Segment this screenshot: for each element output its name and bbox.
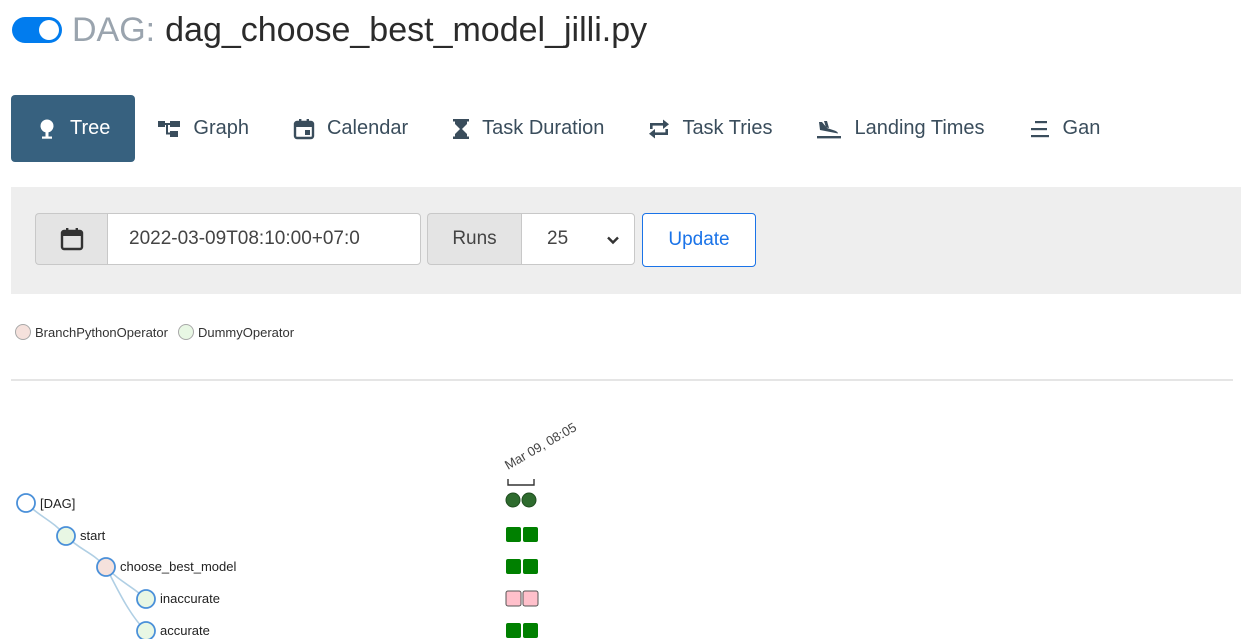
dag-name: dag_choose_best_model_jilli.py [165,10,648,49]
legend-item-branch-python-operator: BranchPythonOperator [15,324,168,340]
tab-label: Gan [1062,117,1101,139]
run-date-bracket [507,479,535,486]
tree-node-label: inaccurate [160,591,220,606]
page-title: DAG: dag_choose_best_model_jilli.py [12,8,647,52]
graph-icon [158,120,181,137]
legend-swatch-dummy [177,324,194,340]
tab-label: Landing Times [854,117,985,139]
task-instance-square[interactable] [506,623,521,638]
gantt-icon [1030,120,1049,137]
retry-arrows-icon [649,119,670,138]
task-instance-square[interactable] [523,623,538,638]
base-date-input[interactable]: 2022-03-09T08:10:00+07:0 [107,213,421,265]
section-divider [11,379,1233,381]
tree-node-start[interactable] [56,526,76,546]
tree-node-label: start [80,528,106,543]
task-instance-square[interactable] [523,559,538,574]
toggle-knob [39,20,59,40]
dag-pause-toggle[interactable] [12,17,62,43]
num-runs-select[interactable]: 25 [521,213,635,265]
hourglass-icon [453,118,470,139]
task-instance-square[interactable] [522,590,539,607]
date-picker-button[interactable] [35,213,107,265]
legend-item-dummy-operator: DummyOperator [177,324,295,340]
num-runs-value: 25 [547,228,569,249]
tab-label: Task Tries [682,117,773,139]
calendar-icon [60,228,83,251]
tree-view: [DAG] start choose_best_model inaccurate… [16,419,579,639]
title-prefix: DAG: [72,10,156,49]
task-instance-square[interactable] [523,527,538,542]
tab-task-tries[interactable]: Task Tries [626,95,794,162]
tree-node-label: choose_best_model [120,559,236,574]
run-date-label: Mar 09, 08:05 [502,419,579,472]
tree-node-inaccurate[interactable] [136,589,156,609]
tree-node-choose-best-model[interactable] [96,557,116,577]
legend-label: BranchPythonOperator [35,324,168,340]
tab-task-duration[interactable]: Task Duration [430,95,626,162]
tab-gantt[interactable]: Gan [1007,95,1123,162]
tab-tree[interactable]: Tree [11,95,136,162]
tab-calendar[interactable]: Calendar [271,95,430,162]
operator-legend: BranchPythonOperator DummyOperator [15,324,304,340]
legend-label: DummyOperator [197,324,295,340]
dag-run-status[interactable] [521,492,537,508]
calendar-icon [293,118,315,139]
dag-run-status[interactable] [505,492,521,508]
tree-node-label: [DAG] [40,496,75,511]
tab-label: Graph [193,117,249,139]
task-instance-square[interactable] [506,527,521,542]
update-button[interactable]: Update [642,213,756,267]
tab-label: Calendar [326,117,409,139]
tree-node-accurate[interactable] [136,621,156,639]
filter-bar: 2022-03-09T08:10:00+07:0 Runs 25 Update [11,187,1241,294]
task-instance-square[interactable] [505,590,522,607]
view-tabs: Tree Graph Calendar Task Duration Task T… [11,95,1252,162]
runs-label: Runs [427,213,521,265]
tab-graph[interactable]: Graph [135,95,271,162]
tree-icon [40,119,54,139]
chevron-down-icon [607,236,619,245]
tab-label: Task Duration [482,117,605,139]
tab-label: Tree [70,117,111,139]
tree-node-dag[interactable] [16,493,36,513]
tab-landing-times[interactable]: Landing Times [794,95,1006,162]
plane-landing-icon [817,120,842,138]
legend-swatch-branch [15,324,31,340]
task-instance-square[interactable] [506,559,521,574]
tree-node-label: accurate [160,623,210,638]
